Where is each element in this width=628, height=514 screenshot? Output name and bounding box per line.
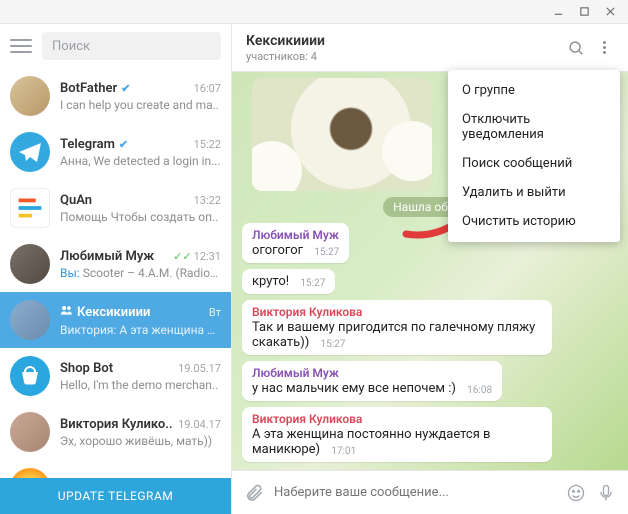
message-bubble[interactable]: Любимый Муж огогогог 15:27: [242, 223, 349, 263]
chat-item-cookbot[interactable]: MyCookBot 31.03.17: [0, 460, 231, 478]
chat-preview: Помощь Чтобы создать оп..: [60, 210, 221, 224]
avatar: [10, 76, 50, 116]
menu-about-group[interactable]: О группе: [448, 76, 620, 105]
chat-name: QuAn: [60, 193, 92, 208]
window-maximize-button[interactable]: [578, 6, 590, 18]
chat-time: 16:07: [194, 82, 221, 95]
message-composer: [232, 470, 628, 514]
message-bubble[interactable]: Любимый Муж у нас мальчик ему все непоче…: [242, 361, 502, 401]
sidebar: Поиск BotFather ✔ 16:07 I can help you cr…: [0, 24, 232, 514]
message-text: круто!: [252, 274, 289, 289]
verified-icon: ✔: [121, 82, 130, 95]
read-checks-icon: ✓✓: [173, 250, 191, 263]
chat-name: Любимый Муж: [60, 249, 154, 264]
update-telegram-button[interactable]: UPDATE TELEGRAM: [0, 478, 231, 514]
search-icon[interactable]: [566, 38, 586, 58]
emoji-icon[interactable]: [566, 483, 586, 503]
message-author: Любимый Муж: [252, 366, 492, 380]
message-time: 15:27: [314, 247, 339, 258]
avatar: [10, 244, 50, 284]
window-controls: [0, 0, 628, 24]
attach-icon[interactable]: [244, 483, 264, 503]
message-bubble[interactable]: круто! 15:27: [242, 269, 335, 294]
chat-name: BotFather: [60, 81, 117, 96]
menu-clear-history[interactable]: Очистить историю: [448, 207, 620, 236]
verified-icon: ✔: [119, 138, 128, 151]
avatar: [10, 356, 50, 396]
chat-preview: Вы: Scooter – 4.A.M. (Radio V...: [60, 266, 221, 280]
chat-time: ✓✓12:31: [173, 250, 221, 263]
more-menu-button[interactable]: [594, 38, 614, 58]
avatar: [10, 300, 50, 340]
chat-preview: Анна, We detected a login in...: [60, 154, 221, 168]
chat-name: Кексикииии: [77, 305, 150, 320]
chat-time: 15:22: [194, 138, 221, 151]
chat-time: 19.04.17: [178, 418, 221, 431]
message-bubble[interactable]: Виктория Куликова Так и вашему пригодитс…: [242, 300, 552, 355]
chat-title: Кексикииии: [246, 33, 558, 49]
avatar: [10, 188, 50, 228]
chat-item-shopbot[interactable]: Shop Bot 19.05.17 Hello, I'm the demo me…: [0, 348, 231, 404]
chat-item-husband[interactable]: Любимый Муж ✓✓12:31 Вы: Scooter – 4.A.M.…: [0, 236, 231, 292]
window-close-button[interactable]: [604, 6, 616, 18]
image-message[interactable]: [252, 78, 432, 191]
message-text: А эта женщина постоянно нуждается в мани…: [252, 427, 491, 457]
avatar: [10, 412, 50, 452]
chat-preview: Виктория: А эта женщина п...: [60, 323, 221, 337]
chat-header: Кексикииии участников: 4: [232, 24, 628, 72]
message-time: 17:01: [331, 446, 356, 457]
search-input[interactable]: Поиск: [42, 32, 221, 60]
chat-preview: Эх, хорошо живёшь, мать)): [60, 434, 221, 448]
chat-item-quan[interactable]: QuAn 13:22 Помощь Чтобы создать оп..: [0, 180, 231, 236]
message-text: огогогог: [252, 243, 303, 258]
menu-search-messages[interactable]: Поиск сообщений: [448, 149, 620, 178]
avatar: [10, 132, 50, 172]
context-menu: О группе Отключить уведомления Поиск соо…: [448, 70, 620, 242]
message-input[interactable]: [274, 485, 556, 500]
chat-list: BotFather ✔ 16:07 I can help you create a…: [0, 68, 231, 478]
chat-item-botfather[interactable]: BotFather ✔ 16:07 I can help you create a…: [0, 68, 231, 124]
group-icon: [60, 304, 73, 321]
message-text: Так и вашему пригодится по галечному пля…: [252, 320, 535, 350]
chat-item-telegram[interactable]: Telegram ✔ 15:22 Анна, We detected a logi…: [0, 124, 231, 180]
menu-delete-and-leave[interactable]: Удалить и выйти: [448, 178, 620, 207]
sidebar-header: Поиск: [0, 24, 231, 68]
chat-name: Telegram: [60, 137, 115, 152]
chat-preview: I can help you create and ma..: [60, 98, 221, 112]
message-author: Виктория Куликова: [252, 412, 542, 426]
message-time: 16:08: [467, 385, 492, 396]
menu-button[interactable]: [10, 35, 32, 57]
message-time: 15:27: [300, 278, 325, 289]
chat-preview: Hello, I'm the demo merchan..: [60, 378, 221, 392]
voice-icon[interactable]: [596, 483, 616, 503]
chat-time: 19.05.17: [178, 362, 221, 375]
window-minimize-button[interactable]: [552, 6, 564, 18]
chat-subtitle: участников: 4: [246, 50, 558, 63]
message-text: у нас мальчик ему все непочем :): [252, 381, 456, 396]
chat-time: Вт: [209, 306, 221, 319]
chat-panel: Кексикииии участников: 4 О группе Отключ…: [232, 24, 628, 514]
message-author: Виктория Куликова: [252, 305, 542, 319]
chat-name: Виктория Кулико...: [60, 417, 172, 432]
chat-item-viktoria[interactable]: Виктория Кулико... 19.04.17 Эх, хорошо ж…: [0, 404, 231, 460]
chat-name: Shop Bot: [60, 361, 113, 376]
message-bubble[interactable]: Виктория Куликова А эта женщина постоянн…: [242, 407, 552, 462]
avatar: [10, 468, 50, 478]
message-time: 15:27: [321, 339, 346, 350]
chat-time: 13:22: [194, 194, 221, 207]
chat-item-keks[interactable]: Кексикииии Вт Виктория: А эта женщина п.…: [0, 292, 231, 348]
message-author: Любимый Муж: [252, 228, 339, 242]
menu-mute-notifications[interactable]: Отключить уведомления: [448, 105, 620, 149]
